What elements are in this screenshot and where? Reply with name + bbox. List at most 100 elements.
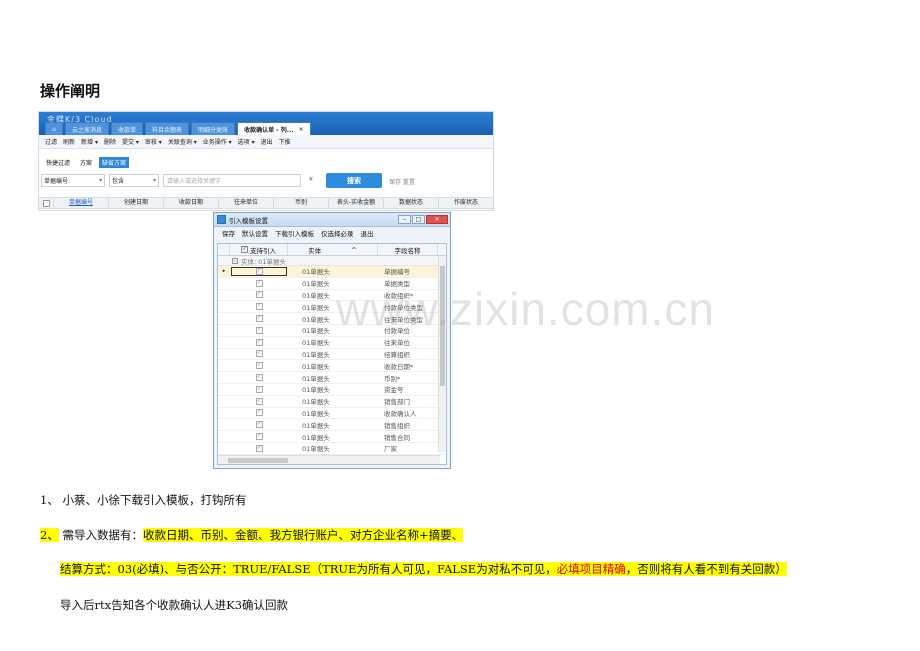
toolbar-submit[interactable]: 提交 ▾ xyxy=(122,137,139,146)
clear-icon[interactable]: ¥ xyxy=(309,176,313,183)
select-all-checkbox[interactable]: ✓ xyxy=(241,246,248,253)
scheme-tab[interactable]: 方案 xyxy=(77,157,95,168)
field-row[interactable]: ✓ 01单据头 资金号 xyxy=(218,384,446,396)
entity-cell: 01单据头 xyxy=(302,339,330,348)
row-indicator xyxy=(218,431,230,442)
column-void-status[interactable]: 作废状态 xyxy=(438,198,493,208)
scroll-thumb[interactable] xyxy=(228,458,288,463)
field-row[interactable]: ▸ ✓ 01单据头 单据编号 xyxy=(218,266,446,278)
field-name-cell: 销售合同 xyxy=(384,433,410,442)
required-fields: 收款日期、币别、金额、我方银行账户、对方企业名称+摘要、 xyxy=(142,528,464,542)
column-create-date[interactable]: 创建日期 xyxy=(108,198,163,208)
menu-exit[interactable]: 退出 xyxy=(361,228,374,238)
column-receipt-date[interactable]: 收款日期 xyxy=(163,198,218,208)
row-indicator xyxy=(218,360,230,371)
column-support-import[interactable]: ✓ 支持引入 xyxy=(230,244,288,255)
search-button[interactable]: 搜索 xyxy=(326,173,382,188)
maximize-icon[interactable]: □ xyxy=(412,215,425,224)
toolbar-audit[interactable]: 审核 ▾ xyxy=(145,137,162,146)
menu-required-only[interactable]: 仅选择必录 xyxy=(321,228,354,238)
collapse-icon[interactable]: − xyxy=(232,257,238,264)
close-icon[interactable]: × xyxy=(299,126,304,133)
support-import-checkbox[interactable]: ✓ xyxy=(230,290,288,301)
chevron-down-icon: ▾ xyxy=(152,177,156,184)
entity-cell: 01单据头 xyxy=(302,386,330,395)
horizontal-scrollbar[interactable] xyxy=(218,455,440,464)
support-import-checkbox[interactable]: ✓ xyxy=(230,313,288,324)
field-row[interactable]: ✓ 01单据头 销售合同 xyxy=(218,431,446,443)
field-row[interactable]: ✓ 01单据头 往来单位 xyxy=(218,337,446,349)
support-import-checkbox[interactable]: ✓ xyxy=(230,431,288,442)
select-all-checkbox[interactable] xyxy=(39,198,53,208)
support-import-checkbox[interactable]: ✓ xyxy=(230,337,288,348)
default-scheme-tab[interactable]: 缺省方案 xyxy=(99,157,130,168)
toolbar-push-down[interactable]: 下推 xyxy=(279,137,291,146)
check-icon: ✓ xyxy=(255,279,263,287)
menu-save[interactable]: 保存 xyxy=(222,228,235,238)
support-import-checkbox[interactable]: ✓ xyxy=(230,301,288,312)
support-import-checkbox[interactable]: ✓ xyxy=(230,278,288,289)
row-indicator xyxy=(218,372,230,383)
field-row[interactable]: ✓ 01单据头 销售组织 xyxy=(218,419,446,432)
field-row[interactable]: ✓ 01单据头 厂家 xyxy=(218,443,446,455)
menu-download-template[interactable]: 下载引入模板 xyxy=(275,228,314,238)
lead-text: 需导入数据有： xyxy=(58,528,143,542)
toolbar-related-query[interactable]: 关联查询 ▾ xyxy=(168,137,197,146)
toolbar-filter[interactable]: 过滤 xyxy=(45,137,57,146)
support-import-checkbox[interactable]: ✓ xyxy=(230,325,288,336)
entity-cell: 01单据头 xyxy=(302,445,330,454)
column-label: 支持引入 xyxy=(250,246,276,255)
column-contact-unit[interactable]: 往来单位 xyxy=(218,198,273,208)
support-import-checkbox[interactable]: ✓ xyxy=(230,384,288,395)
support-import-checkbox[interactable]: ✓ xyxy=(230,419,288,430)
tab-cloud-messages[interactable]: 云之家消息 xyxy=(65,122,110,135)
toolbar-options[interactable]: 选项 ▾ xyxy=(238,137,255,146)
settlement-tail: ，否则将有人看不到有关回款） xyxy=(625,562,787,576)
row-indicator xyxy=(218,396,230,407)
row-indicator xyxy=(218,313,230,324)
menu-default-settings[interactable]: 默认设置 xyxy=(242,228,268,238)
column-field-name[interactable]: 字段名称 xyxy=(378,244,438,255)
field-row[interactable]: ✓ 01单据头 收款确认人 xyxy=(218,408,446,420)
column-entity[interactable]: 实体 ^ xyxy=(288,244,378,255)
save-reset-links[interactable]: 保存 重置 xyxy=(389,177,415,186)
support-import-checkbox[interactable]: ✓ xyxy=(230,443,288,454)
group-row[interactable]: − 实体: 01单据头 xyxy=(218,256,446,266)
home-tab[interactable]: ⌂ xyxy=(45,122,63,135)
support-import-checkbox[interactable]: ✓ xyxy=(230,349,288,360)
column-bill-number[interactable]: 单据编号 xyxy=(53,198,108,208)
field-row[interactable]: ✓ 01单据头 收款日期* xyxy=(218,360,446,373)
toolbar-refresh[interactable]: 刷新 xyxy=(63,137,75,146)
support-import-checkbox[interactable]: ✓ xyxy=(230,360,288,371)
minimize-icon[interactable]: – xyxy=(398,215,411,224)
toolbar-new[interactable]: 新增 ▾ xyxy=(81,137,98,146)
field-name-cell: 单据编号 xyxy=(384,268,410,277)
search-input[interactable]: 请输入或选择关键字 xyxy=(163,174,301,187)
column-currency[interactable]: 币别 xyxy=(273,198,328,208)
field-name-cell: 收款确认人 xyxy=(384,409,417,418)
tab-receipt[interactable]: 收款单 xyxy=(111,122,144,135)
field-name-cell: 厂家 xyxy=(384,445,397,454)
check-icon: ✓ xyxy=(255,315,263,323)
toolbar-delete[interactable]: 删除 xyxy=(104,137,116,146)
field-select[interactable]: 单据编号 ▾ xyxy=(41,174,105,187)
close-icon[interactable]: ✕ xyxy=(426,215,448,224)
field-row[interactable]: ✓ 01单据头 结算组织 xyxy=(218,349,446,361)
toolbar-business-ops[interactable]: 业务操作 ▾ xyxy=(203,137,232,146)
support-import-checkbox[interactable]: ✓ xyxy=(230,396,288,407)
column-data-status[interactable]: 数据状态 xyxy=(383,198,438,208)
tab-account-balance[interactable]: 科目余额表 xyxy=(145,122,190,135)
support-import-checkbox[interactable]: ✓ xyxy=(230,372,288,383)
field-grid-header: ✓ 支持引入 实体 ^ 字段名称 xyxy=(218,244,446,256)
toolbar-exit[interactable]: 退出 xyxy=(261,137,273,146)
column-received-amount[interactable]: 表头-实收金额 xyxy=(328,198,383,208)
tab-receipt-confirm-list[interactable]: 收款确认单 - 列... × xyxy=(237,122,311,135)
field-row[interactable]: ✓ 01单据头 币别* xyxy=(218,372,446,384)
tab-detail-ledger[interactable]: 明细分类账 xyxy=(191,122,236,135)
operator-select[interactable]: 包含 ▾ xyxy=(109,174,159,187)
check-icon: ✓ xyxy=(255,303,263,311)
support-import-checkbox[interactable]: ✓ xyxy=(230,266,288,277)
field-row[interactable]: ✓ 01单据头 销售部门 xyxy=(218,396,446,408)
support-import-checkbox[interactable]: ✓ xyxy=(230,408,288,419)
quick-filter-tab[interactable]: 快捷过滤 xyxy=(43,157,73,168)
